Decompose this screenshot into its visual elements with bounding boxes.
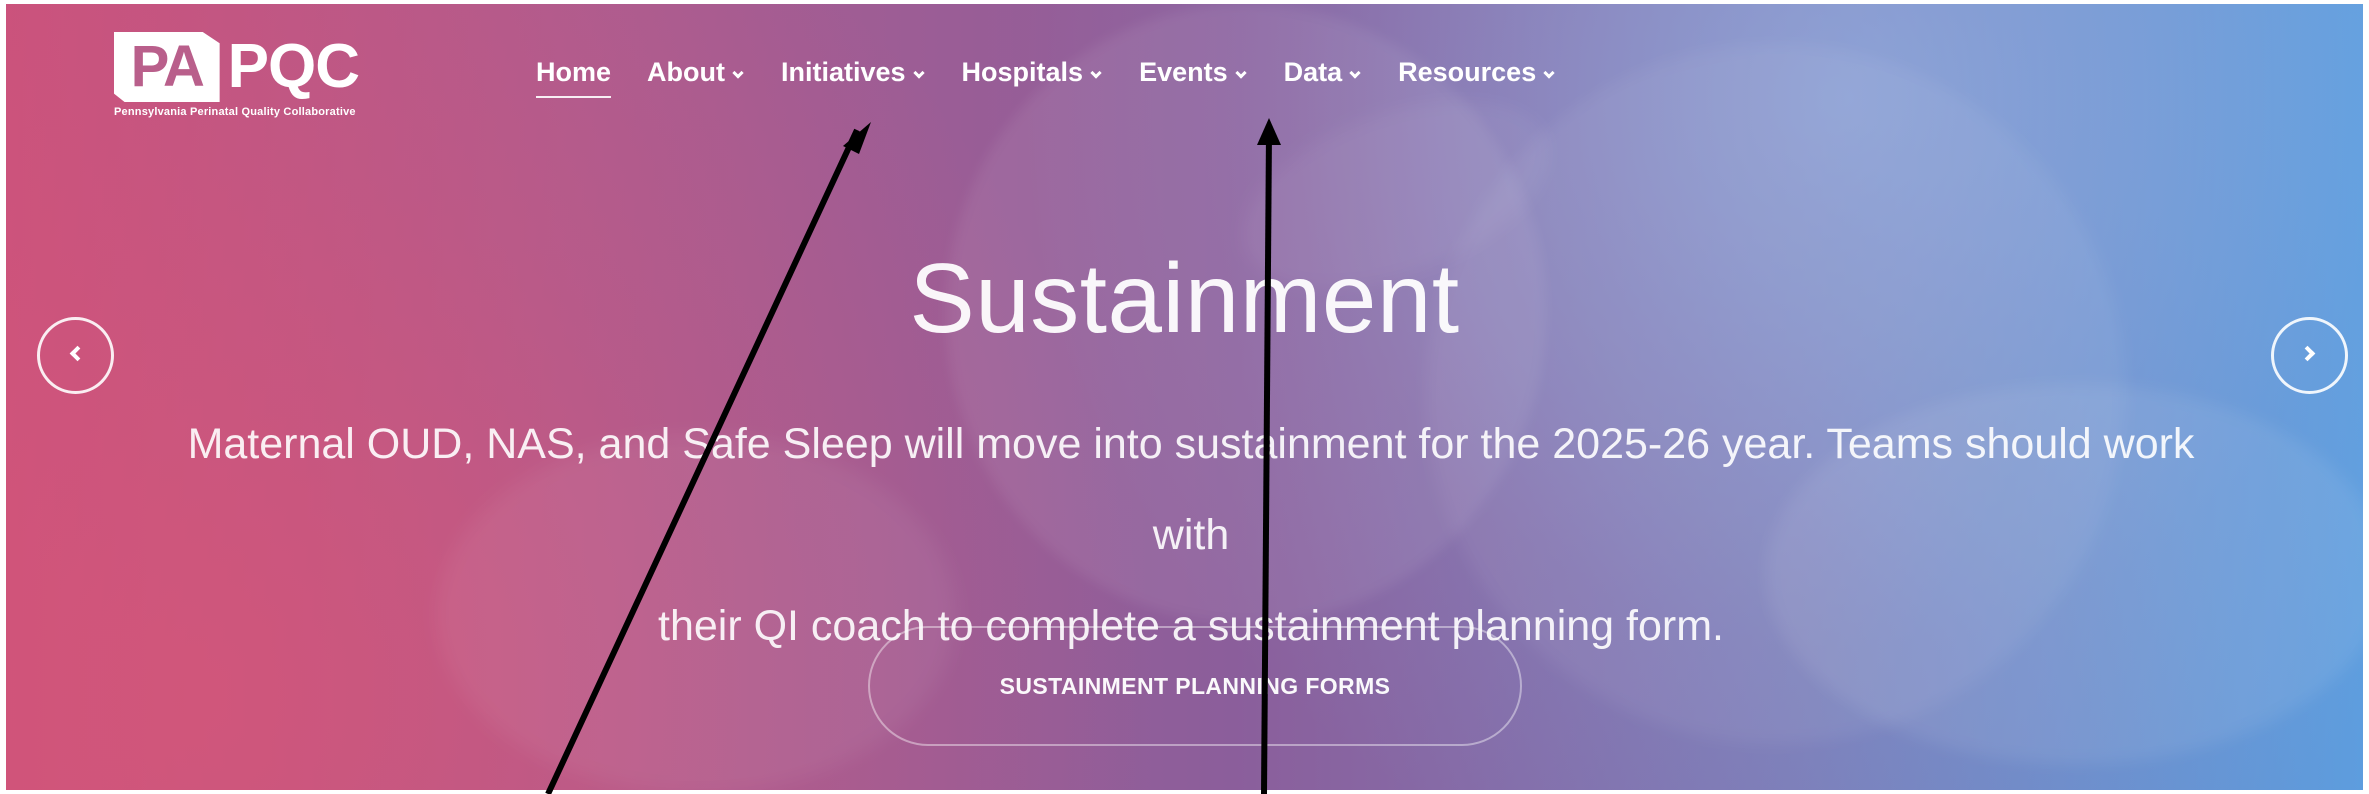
chevron-right-icon: [2302, 346, 2318, 362]
chevron-down-icon: [1236, 69, 1248, 81]
nav-label-events: Events: [1139, 57, 1228, 87]
nav-item-home[interactable]: Home: [536, 57, 612, 98]
nav-item-about[interactable]: About: [647, 59, 745, 86]
chevron-down-icon: [1544, 69, 1556, 81]
logo-mark: PA PQC: [114, 32, 360, 104]
logo-pqc-text: PQC: [227, 32, 360, 101]
hero-title: Sustainment: [909, 243, 1460, 353]
screenshot-frame: PA PQC Pennsylvania Perinatal Quality Co…: [0, 0, 2369, 794]
site-logo[interactable]: PA PQC Pennsylvania Perinatal Quality Co…: [114, 32, 360, 132]
nav-label-data: Data: [1283, 57, 1343, 87]
nav-item-initiatives[interactable]: Initiatives: [781, 59, 926, 86]
nav-item-hospitals[interactable]: Hospitals: [962, 59, 1104, 86]
sustainment-planning-forms-button[interactable]: SUSTAINMENT PLANNING FORMS: [868, 626, 1522, 746]
nav-label-home: Home: [536, 57, 612, 98]
chevron-down-icon: [1350, 69, 1362, 81]
chevron-down-icon: [733, 69, 745, 81]
main-navigation: Home About Initiatives Hospitals Events …: [536, 57, 1556, 98]
logo-subtitle: Pennsylvania Perinatal Quality Collabora…: [114, 106, 356, 118]
chevron-down-icon: [914, 69, 926, 81]
chevron-left-icon: [68, 346, 84, 362]
hero-banner: PA PQC Pennsylvania Perinatal Quality Co…: [6, 4, 2363, 790]
nav-item-events[interactable]: Events: [1139, 59, 1248, 86]
hero-body-line-1: Maternal OUD, NAS, and Safe Sleep will m…: [187, 420, 2195, 559]
nav-label-about: About: [647, 57, 725, 87]
nav-label-hospitals: Hospitals: [961, 57, 1084, 87]
chevron-down-icon: [1091, 69, 1103, 81]
nav-label-resources: Resources: [1398, 57, 1537, 87]
logo-pa-block: PA: [114, 32, 220, 102]
nav-item-data[interactable]: Data: [1284, 59, 1363, 86]
nav-item-resources[interactable]: Resources: [1398, 59, 1556, 86]
nav-label-initiatives: Initiatives: [780, 57, 906, 87]
